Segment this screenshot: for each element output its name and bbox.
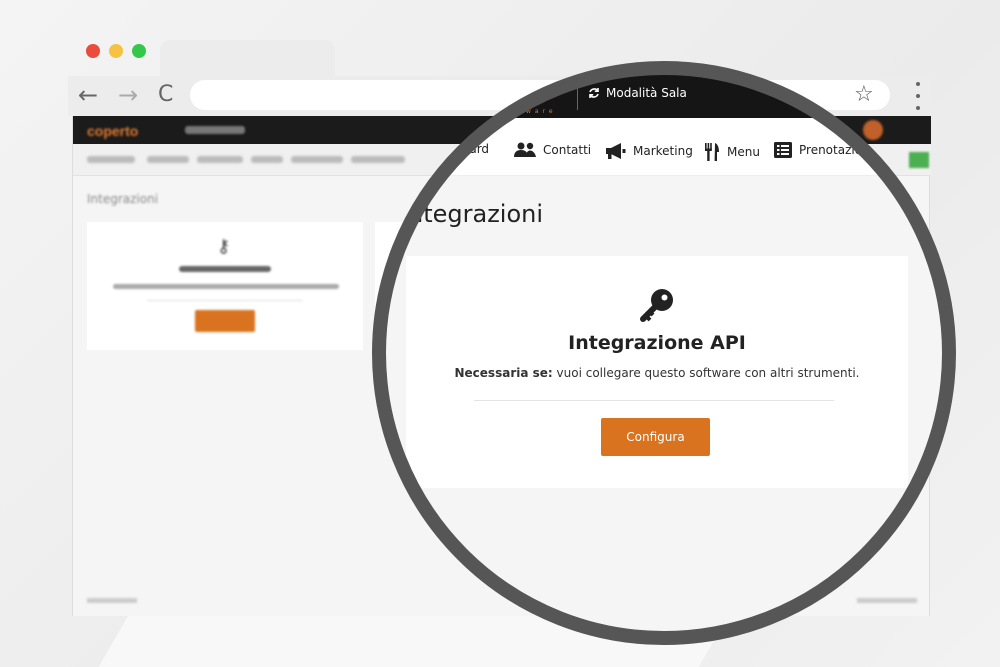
megaphone-icon — [606, 143, 626, 159]
browser-tab[interactable] — [160, 40, 335, 80]
card-divider — [474, 400, 834, 401]
mode-label: Modalità Sala — [606, 86, 687, 100]
nav-item-prenotazioni[interactable]: Prenotazion — [774, 142, 870, 158]
minimize-window-dot[interactable] — [109, 44, 123, 58]
maximize-window-dot[interactable] — [132, 44, 146, 58]
page-title-background: Integrazioni — [87, 192, 159, 206]
nav-item-contatti[interactable]: Contatti — [514, 142, 591, 158]
window-controls — [86, 44, 146, 58]
utensils-icon — [705, 143, 719, 161]
brand-sub: ware — [526, 108, 557, 115]
close-window-dot[interactable] — [86, 44, 100, 58]
nav-placeholder[interactable] — [291, 156, 343, 163]
list-icon — [774, 142, 792, 158]
magnifier-lens: co ware Modalità Sala oard Contatti Mark… — [379, 68, 949, 638]
card-desc-background — [113, 284, 339, 289]
brand-logo: co — [496, 78, 527, 108]
app-logo-sub — [185, 126, 245, 134]
page-title: ntegrazioni — [408, 200, 544, 228]
nav-placeholder[interactable] — [197, 156, 243, 163]
nav-item-dashboard[interactable]: oard — [462, 142, 489, 156]
card-desc-text: vuoi collegare questo software con altri… — [552, 366, 860, 380]
configure-button-background[interactable] — [195, 310, 255, 332]
screenshot-stage: ← → C ☆ coperto Integrazioni ⚷ — [0, 0, 1000, 667]
key-icon — [640, 289, 673, 322]
configure-button[interactable]: Configura — [601, 418, 710, 456]
nav-label: oard — [462, 142, 490, 156]
arrow-right-icon[interactable]: → — [118, 83, 138, 107]
card-desc-bold: Necessaria se: — [454, 366, 553, 380]
key-icon-background: ⚷ — [217, 236, 231, 257]
card-divider-background — [147, 300, 303, 301]
card-background: ⚷ — [87, 222, 363, 350]
nav-label: Marketing — [633, 144, 693, 158]
card-description: Necessaria se: vuoi collegare questo sof… — [406, 366, 908, 380]
sync-icon — [589, 88, 599, 98]
users-icon — [514, 142, 536, 157]
nav-item-menu[interactable]: Menu — [704, 142, 760, 162]
nav-placeholder[interactable] — [147, 156, 189, 163]
nav-label: Contatti — [543, 143, 592, 157]
nav-placeholder[interactable] — [87, 156, 135, 163]
magnifier-content: co ware Modalità Sala oard Contatti Mark… — [379, 68, 949, 638]
arrow-left-icon[interactable]: ← — [78, 83, 98, 107]
mode-toggle[interactable]: Modalità Sala — [588, 86, 687, 100]
card-title-background — [179, 266, 271, 272]
reload-icon[interactable]: C — [158, 83, 173, 107]
nav-placeholder[interactable] — [251, 156, 283, 163]
card-title: Integrazione API — [568, 332, 746, 354]
nav-label: Prenotazion — [799, 143, 870, 157]
topbar-separator — [577, 84, 578, 110]
nav-item-marketing[interactable]: Marketing — [604, 142, 693, 160]
nav-label: Menu — [727, 145, 760, 159]
app-logo: coperto — [87, 123, 139, 139]
footer-left — [87, 598, 137, 603]
